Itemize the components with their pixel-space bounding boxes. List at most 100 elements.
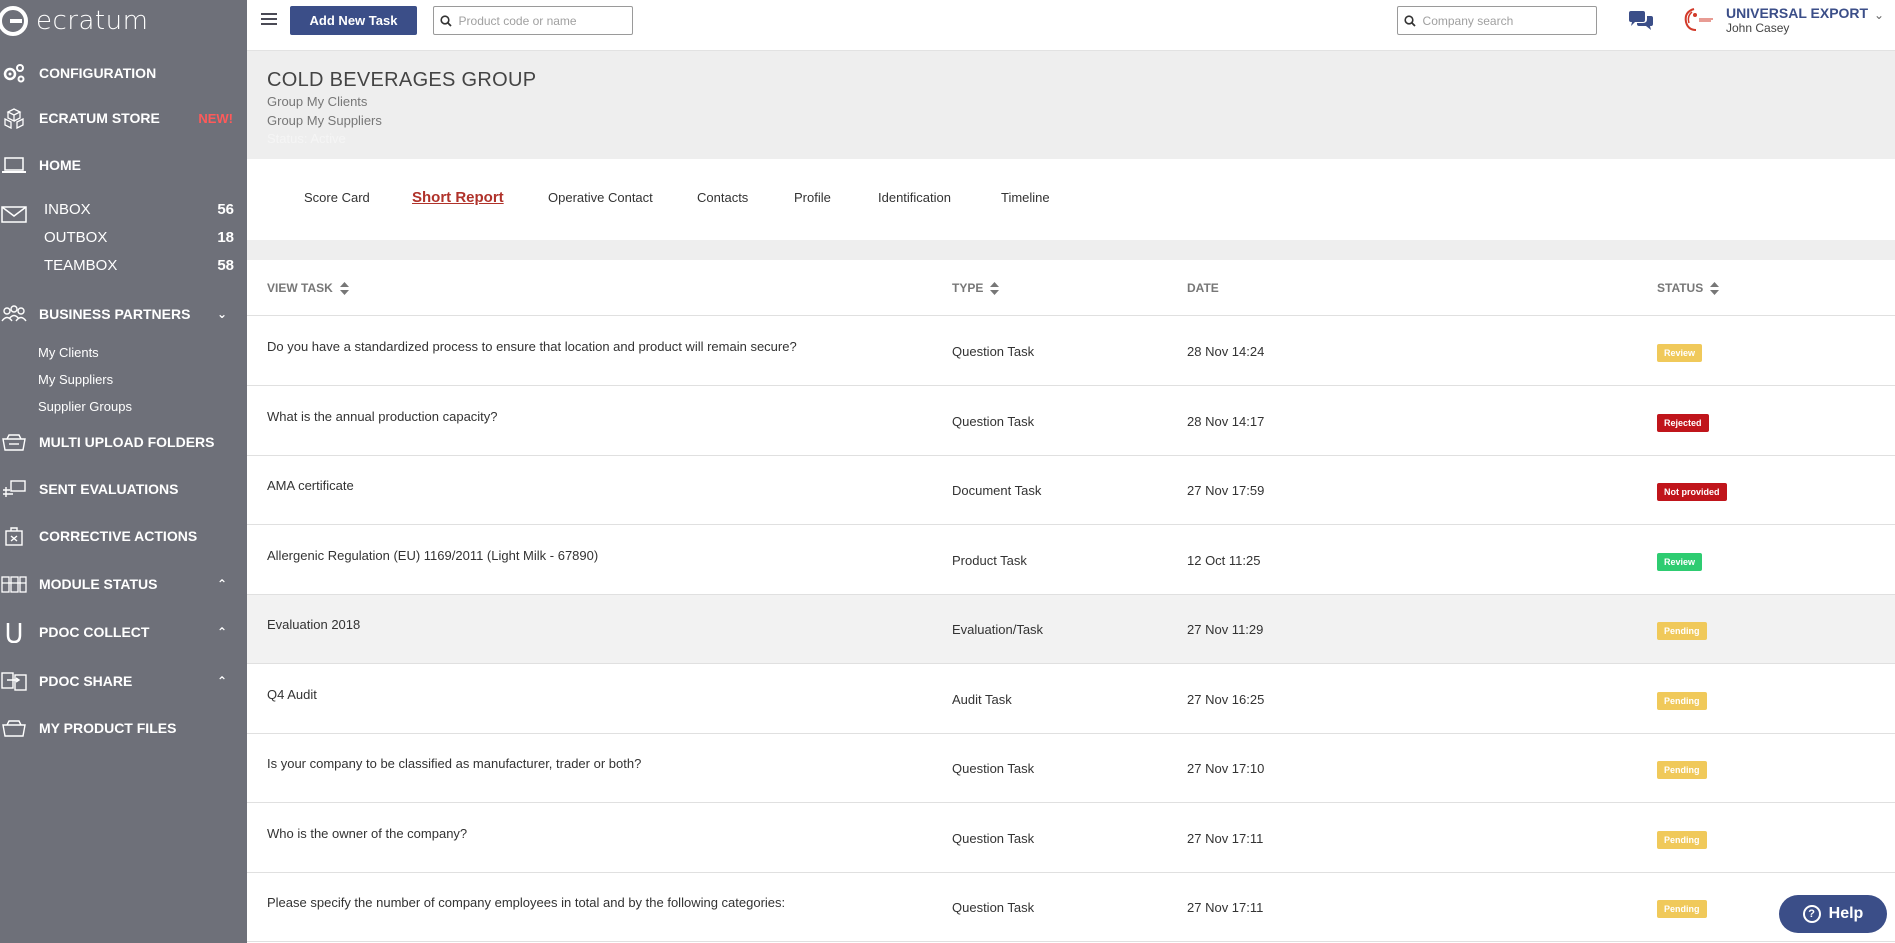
col-view-task-label: VIEW TASK (267, 281, 333, 295)
task-title: Q4 Audit (267, 686, 317, 702)
nav-teambox[interactable]: TEAMBOX 58 (44, 257, 234, 274)
table-row[interactable]: Is your company to be classified as manu… (247, 734, 1895, 803)
question-icon: ? (1802, 905, 1821, 923)
col-type[interactable]: TYPE (952, 281, 1000, 295)
col-type-label: TYPE (952, 281, 984, 295)
group-clients-line: Group My Clients (267, 94, 368, 109)
task-date: 28 Nov 14:24 (1187, 344, 1265, 359)
inbox-label: INBOX (44, 201, 91, 218)
menu-toggle-icon[interactable] (261, 13, 277, 27)
table-row[interactable]: What is the annual production capacity? Q… (247, 386, 1895, 456)
company-name[interactable]: UNIVERSAL EXPORT (1726, 5, 1868, 21)
tab-contacts[interactable]: Contacts (697, 190, 748, 205)
nav-multi-upload-folders[interactable]: MULTI UPLOAD FOLDERS (0, 431, 247, 453)
share-documents-icon (0, 670, 28, 692)
chevron-down-icon: ⌄ (216, 307, 227, 321)
product-search[interactable] (433, 6, 633, 35)
page-title: COLD BEVERAGES GROUP (267, 69, 537, 91)
user-name[interactable]: John Casey (1726, 21, 1789, 35)
nav-corrective-actions-label: CORRECTIVE ACTIONS (39, 528, 198, 544)
col-date-label: DATE (1187, 281, 1219, 295)
task-title: Allergenic Regulation (EU) 1169/2011 (Li… (267, 547, 599, 563)
task-date: 27 Nov 17:59 (1187, 483, 1265, 498)
company-search[interactable] (1397, 6, 1597, 35)
nav-corrective-actions[interactable]: CORRECTIVE ACTIONS (0, 525, 247, 547)
task-type: Question Task (952, 344, 1035, 359)
teambox-label: TEAMBOX (44, 257, 118, 274)
ecratum-logo-icon (0, 6, 28, 36)
task-type: Question Task (952, 761, 1035, 776)
table-row[interactable]: Do you have a standardized process to en… (247, 317, 1895, 386)
add-new-task-button[interactable]: Add New Task (290, 6, 417, 35)
tab-operative-contact[interactable]: Operative Contact (548, 190, 653, 205)
status-badge: Pending (1657, 830, 1707, 849)
nav-ecratum-store[interactable]: ECRATUM STORE NEW! (0, 107, 247, 129)
task-date: 27 Nov 11:29 (1187, 622, 1264, 637)
table-row[interactable]: Allergenic Regulation (EU) 1169/2011 (Li… (247, 525, 1895, 595)
col-view-task[interactable]: VIEW TASK (267, 281, 349, 295)
nav-pdoc-collect[interactable]: PDOC COLLECT ⌃ (0, 621, 247, 643)
nav-sent-evaluations[interactable]: SENT EVALUATIONS (0, 478, 247, 500)
new-badge: NEW! (198, 110, 233, 126)
group-header: COLD BEVERAGES GROUP Group My Clients Gr… (247, 52, 1895, 159)
task-type: Document Task (952, 483, 1042, 498)
table-row[interactable]: Q4 Audit Audit Task 27 Nov 16:25 Pending (247, 664, 1895, 734)
nav-module-status-label: MODULE STATUS (39, 576, 158, 592)
nav-inbox[interactable]: INBOX 56 (44, 201, 234, 218)
sidebar-item-supplier-groups[interactable]: Supplier Groups (38, 399, 132, 414)
search-icon (1398, 14, 1423, 27)
chat-icon[interactable] (1627, 10, 1655, 37)
table-row[interactable]: AMA certificate Document Task 27 Nov 17:59… (247, 456, 1895, 525)
task-title: What is the annual production capacity? (267, 408, 498, 424)
tab-identification[interactable]: Identification (878, 190, 951, 205)
inbox-count: 56 (217, 201, 234, 218)
company-search-input[interactable] (1422, 13, 1596, 28)
nav-pdoc-share-label: PDOC SHARE (39, 673, 133, 689)
ecratum-logo[interactable]: ecratum (0, 6, 148, 36)
nav-business-partners[interactable]: BUSINESS PARTNERS ⌄ (0, 303, 247, 325)
tab-short-report[interactable]: Short Report (412, 189, 504, 206)
chevron-up-icon: ⌃ (216, 674, 227, 688)
task-date: 27 Nov 17:10 (1187, 761, 1265, 776)
chevron-up-icon: ⌃ (216, 577, 227, 591)
nav-business-partners-label: BUSINESS PARTNERS (39, 306, 191, 322)
task-date: 28 Nov 14:17 (1187, 413, 1265, 429)
task-title: Evaluation 2018 (267, 617, 361, 632)
tab-timeline[interactable]: Timeline (1001, 190, 1050, 205)
task-date: 27 Nov 16:25 (1187, 691, 1265, 707)
nav-pdoc-share[interactable]: PDOC SHARE ⌃ (0, 670, 247, 692)
nav-home[interactable]: HOME (0, 154, 247, 176)
table-row[interactable]: Who is the owner of the company? Question… (247, 803, 1895, 873)
product-search-input[interactable] (458, 13, 632, 28)
task-title: Is your company to be classified as manu… (267, 756, 642, 771)
nav-outbox[interactable]: OUTBOX 18 (44, 229, 234, 246)
nav-my-product-files[interactable]: MY PRODUCT FILES (0, 717, 247, 739)
chevron-down-icon[interactable]: ⌄ (1874, 8, 1884, 22)
teambox-count: 58 (217, 257, 234, 274)
col-status-label: STATUS (1657, 281, 1704, 295)
col-status[interactable]: STATUS (1657, 281, 1720, 295)
evaluation-icon (0, 478, 28, 500)
sidebar-item-my-suppliers[interactable]: My Suppliers (38, 372, 113, 387)
help-button[interactable]: ? Help (1779, 895, 1887, 933)
col-date[interactable]: DATE (1187, 281, 1219, 295)
nav-home-label: HOME (39, 157, 81, 173)
tab-bar: Score Card Short Report Operative Contac… (247, 159, 1895, 240)
table-row[interactable]: Please specify the number of company emp… (247, 873, 1895, 942)
people-icon (0, 303, 28, 325)
envelope-icon (0, 203, 28, 225)
gears-icon (0, 62, 28, 84)
nav-pdoc-collect-label: PDOC COLLECT (39, 624, 150, 640)
top-bar: Add New Task UNIVERSAL EXPORT John Casey… (247, 0, 1895, 51)
nav-configuration[interactable]: CONFIGURATION (0, 62, 247, 84)
task-date: 12 Oct 11:25 (1187, 552, 1261, 568)
tab-profile[interactable]: Profile (794, 190, 831, 205)
table-row[interactable]: Evaluation 2018 Evaluation/Task 27 Nov 11:… (247, 595, 1895, 664)
logo-text: ecratum (36, 6, 149, 36)
nav-module-status[interactable]: MODULE STATUS ⌃ (0, 573, 247, 595)
sidebar-item-my-clients[interactable]: My Clients (38, 345, 99, 360)
tab-score-card[interactable]: Score Card (304, 190, 370, 205)
group-status: Status: Active (267, 131, 346, 146)
magnet-icon (0, 621, 28, 643)
status-badge: Pending (1657, 691, 1707, 710)
